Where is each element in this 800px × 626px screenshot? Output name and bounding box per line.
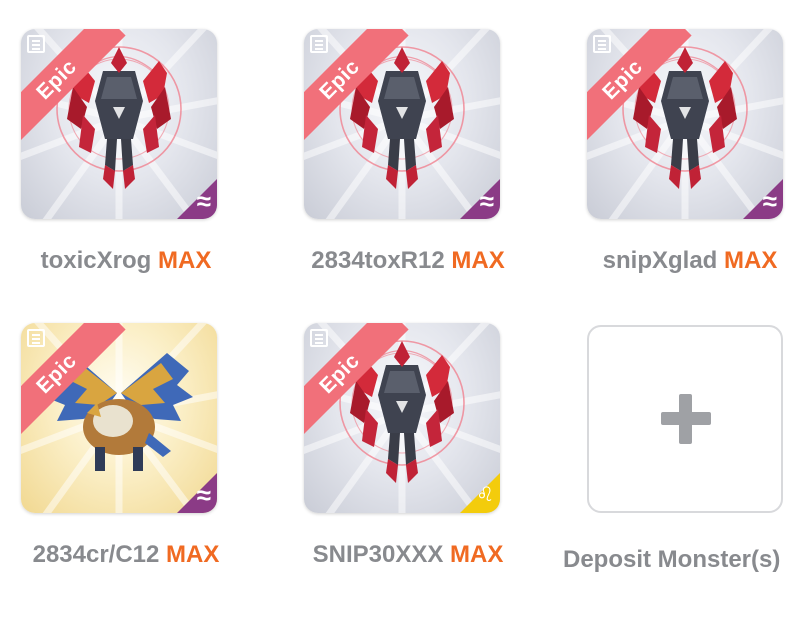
wave-icon: ≈ — [177, 473, 217, 513]
deposit-label: Deposit Monster(s) — [563, 546, 781, 573]
leo-icon: ♌ — [460, 473, 500, 513]
monster-slot[interactable]: Epic ≈ — [21, 29, 217, 219]
wave-icon: ≈ — [177, 179, 217, 219]
book-icon — [27, 35, 45, 53]
monster-slot[interactable]: Epic ≈ — [21, 323, 217, 513]
level-label: MAX — [724, 247, 778, 274]
monster-slot[interactable]: Epic ≈ — [304, 29, 500, 219]
wave-icon: ≈ — [460, 179, 500, 219]
level-label: MAX — [451, 247, 505, 274]
book-icon — [310, 329, 328, 347]
monster-name: snipXglad — [602, 247, 718, 274]
book-icon — [27, 329, 45, 347]
monster-caption: snipXglad MAX — [560, 247, 800, 275]
book-icon — [310, 35, 328, 53]
monster-name: SNIP30XXX — [312, 541, 444, 568]
monster-caption: 2834toxR12 MAX — [278, 247, 538, 275]
monster-slot[interactable]: Epic ≈ — [587, 29, 783, 219]
monster-caption: toxicXrog MAX — [0, 247, 256, 275]
monster-name: 2834cr/C12 — [32, 541, 160, 568]
monster-caption: 2834cr/C12 MAX — [0, 541, 256, 569]
monster-name: 2834toxR12 — [311, 247, 445, 274]
monster-caption: SNIP30XXX MAX — [278, 541, 538, 569]
deposit-monster-button[interactable] — [587, 325, 783, 513]
level-label: MAX — [158, 247, 212, 274]
monster-slot[interactable]: Epic ♌ — [304, 323, 500, 513]
wave-icon: ≈ — [743, 179, 783, 219]
level-label: MAX — [450, 541, 504, 568]
book-icon — [593, 35, 611, 53]
monster-name: toxicXrog — [40, 247, 152, 274]
level-label: MAX — [166, 541, 220, 568]
